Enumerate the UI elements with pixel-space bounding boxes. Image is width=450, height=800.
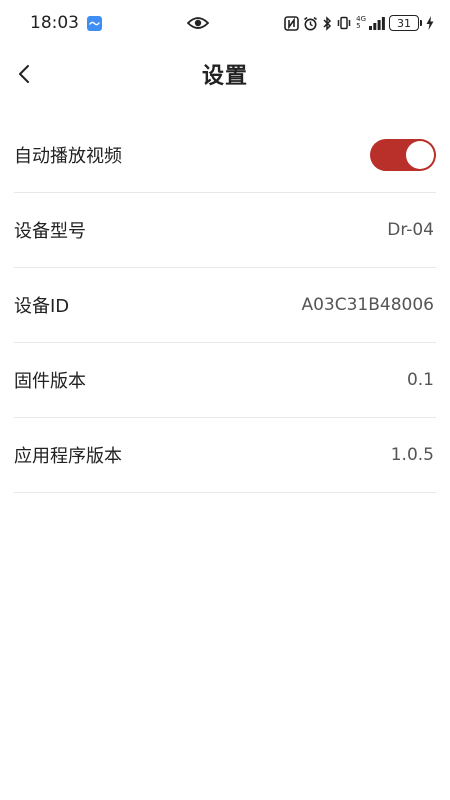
app-version-value: 1.0.5 bbox=[390, 445, 434, 465]
autoplay-label: 自动播放视频 bbox=[14, 146, 122, 167]
device-id-label: 设备ID bbox=[14, 296, 70, 317]
firmware-version-label: 固件版本 bbox=[14, 371, 86, 392]
back-button[interactable] bbox=[6, 56, 42, 92]
setting-row-autoplay: 自动播放视频 bbox=[14, 118, 436, 193]
setting-row-app-version: 应用程序版本 1.0.5 bbox=[14, 418, 436, 493]
bluetooth-icon bbox=[322, 15, 332, 31]
setting-row-firmware-version: 固件版本 0.1 bbox=[14, 343, 436, 418]
setting-row-device-id: 设备ID A03C31B48006 bbox=[14, 268, 436, 343]
signal-icon bbox=[369, 16, 385, 30]
autoplay-toggle[interactable] bbox=[370, 139, 436, 171]
alarm-icon bbox=[303, 16, 318, 31]
firmware-version-value: 0.1 bbox=[406, 370, 434, 390]
settings-list: 自动播放视频 设备型号 Dr-04 设备ID A03C31B48006 固件版本… bbox=[0, 118, 450, 493]
device-id-value: A03C31B48006 bbox=[301, 295, 434, 315]
vibrate-icon bbox=[336, 16, 352, 30]
network-sub-label: 5 bbox=[356, 22, 361, 30]
status-bar: 18:03 4G 5 31 bbox=[0, 0, 450, 46]
app-version-label: 应用程序版本 bbox=[14, 446, 122, 467]
message-icon bbox=[87, 15, 102, 31]
battery-icon: 31 bbox=[389, 15, 422, 31]
network-type: 4G 5 bbox=[356, 16, 366, 30]
device-model-label: 设备型号 bbox=[14, 221, 86, 242]
status-time: 18:03 bbox=[30, 13, 79, 33]
device-model-value: Dr-04 bbox=[387, 220, 434, 240]
toggle-knob bbox=[406, 141, 434, 169]
status-left: 18:03 bbox=[30, 13, 102, 33]
setting-row-device-model: 设备型号 Dr-04 bbox=[14, 193, 436, 268]
header: 设置 bbox=[0, 46, 450, 102]
charging-icon bbox=[426, 16, 434, 30]
page-title: 设置 bbox=[201, 64, 248, 89]
battery-level: 31 bbox=[397, 16, 411, 30]
nfc-icon bbox=[284, 15, 299, 31]
chevron-left-icon bbox=[19, 65, 29, 83]
status-right: 4G 5 31 bbox=[284, 15, 434, 31]
eye-icon bbox=[186, 13, 210, 33]
